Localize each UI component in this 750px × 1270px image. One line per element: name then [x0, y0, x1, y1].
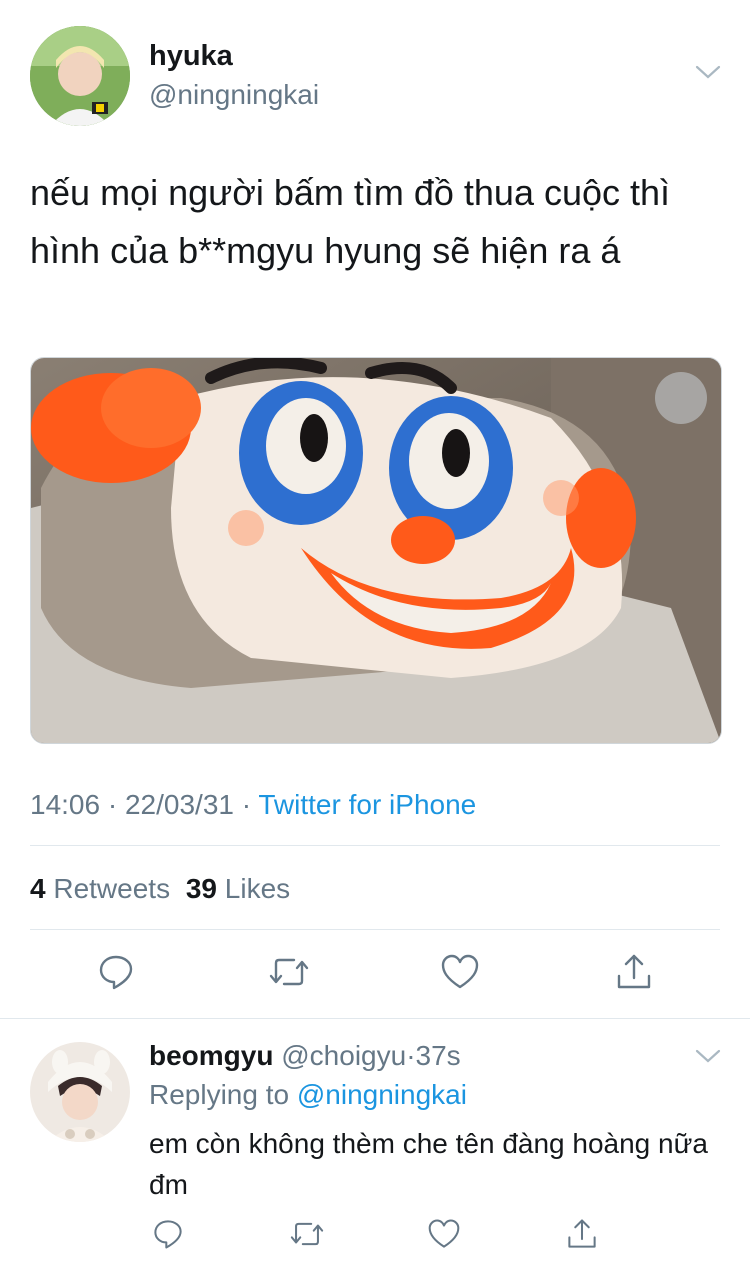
- likes-count: 39: [185, 873, 218, 904]
- like-icon[interactable]: [422, 1212, 466, 1256]
- likes-label: Likes: [224, 873, 291, 904]
- tweet-text: nếu mọi người bấm tìm đồ thua cuộc thì h…: [30, 172, 671, 271]
- like-icon[interactable]: [438, 950, 482, 994]
- reply-separator: ·: [406, 1040, 416, 1071]
- retweet-icon[interactable]: [285, 1212, 329, 1256]
- reply-age: 37s: [415, 1040, 461, 1071]
- replying-to: Replying to @ningningkai: [149, 1079, 467, 1111]
- retweets-count: 4: [30, 873, 46, 904]
- reply-header: beomgyu @choigyu·37s: [149, 1040, 461, 1072]
- reply-author-handle[interactable]: @choigyu: [281, 1040, 406, 1071]
- reply-author-avatar[interactable]: [30, 1042, 130, 1142]
- author-handle[interactable]: @ningningkai: [149, 79, 319, 111]
- author-name[interactable]: hyuka: [149, 40, 233, 73]
- tweet-stats: 4 Retweets 39 Likes: [30, 873, 290, 905]
- divider: [0, 1018, 750, 1019]
- likes-stat[interactable]: 39 Likes: [186, 873, 290, 904]
- chevron-down-icon[interactable]: [693, 62, 723, 87]
- author-avatar[interactable]: [30, 26, 130, 126]
- meta-separator: ·: [241, 789, 252, 820]
- tweet-meta: 14:06 · 22/03/31 · Twitter for iPhone: [30, 789, 476, 821]
- replying-handle-link[interactable]: @ningningkai: [297, 1079, 467, 1110]
- tweet-time: 14:06: [30, 789, 101, 820]
- share-icon[interactable]: [612, 950, 656, 994]
- reply-text: em còn không thèm che tên đàng hoàng nữa…: [149, 1128, 708, 1200]
- retweets-label: Retweets: [53, 873, 171, 904]
- reply-icon[interactable]: [94, 950, 138, 994]
- divider: [30, 845, 720, 846]
- retweets-stat[interactable]: 4 Retweets: [30, 873, 178, 904]
- retweet-icon[interactable]: [267, 950, 311, 994]
- replying-label: Replying to: [149, 1079, 290, 1110]
- chevron-down-icon[interactable]: [693, 1046, 723, 1071]
- reply-author-name[interactable]: beomgyu: [149, 1040, 273, 1071]
- meta-separator: ·: [107, 789, 118, 820]
- share-icon[interactable]: [560, 1212, 604, 1256]
- tweet-date: 22/03/31: [124, 789, 234, 820]
- tweet-media[interactable]: [30, 357, 722, 744]
- tweet-client-link[interactable]: Twitter for iPhone: [258, 789, 476, 820]
- reply-icon[interactable]: [146, 1212, 190, 1256]
- divider: [30, 929, 720, 930]
